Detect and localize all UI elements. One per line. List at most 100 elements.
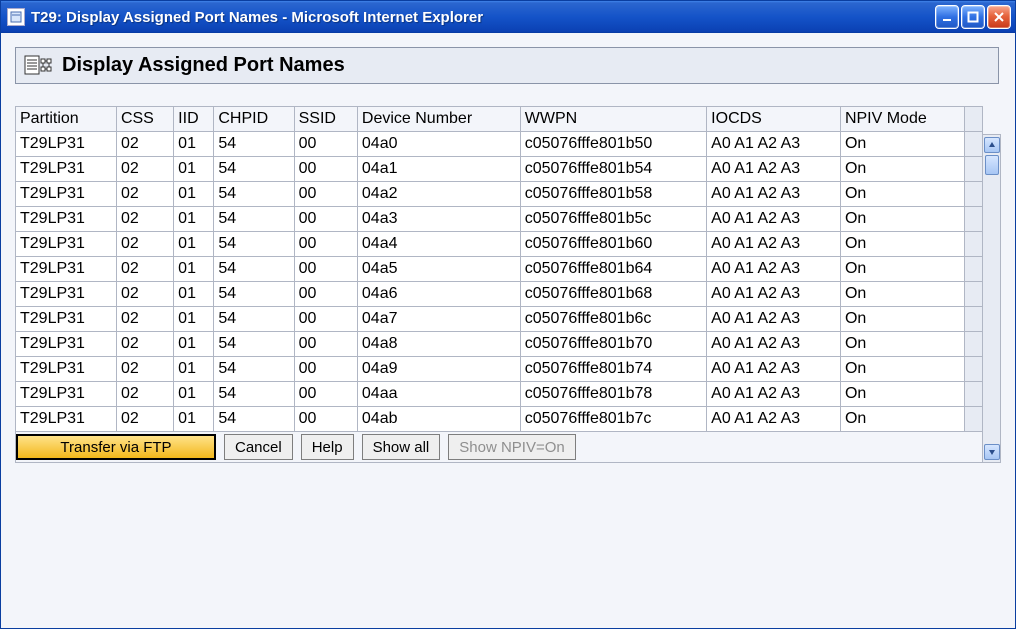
cell-devnum: 04aa xyxy=(357,382,520,407)
cell-devnum: 04a8 xyxy=(357,332,520,357)
cell-css: 02 xyxy=(116,282,173,307)
cell-iocds: A0 A1 A2 A3 xyxy=(707,232,841,257)
table-row[interactable]: T29LP310201540004a7c05076fffe801b6cA0 A1… xyxy=(16,307,983,332)
show-all-button[interactable]: Show all xyxy=(362,434,441,460)
cell-npiv: On xyxy=(840,357,964,382)
cell-npiv: On xyxy=(840,282,964,307)
table-row[interactable]: T29LP310201540004a9c05076fffe801b74A0 A1… xyxy=(16,357,983,382)
cell-wwpn: c05076fffe801b50 xyxy=(520,132,706,157)
cell-devnum: 04a9 xyxy=(357,357,520,382)
cell-css: 02 xyxy=(116,357,173,382)
cell-scroll-spacer xyxy=(965,207,983,232)
col-iocds[interactable]: IOCDS xyxy=(707,107,841,132)
cell-iocds: A0 A1 A2 A3 xyxy=(707,332,841,357)
cell-chpid: 54 xyxy=(214,357,294,382)
cell-partition: T29LP31 xyxy=(16,257,117,282)
cell-wwpn: c05076fffe801b7c xyxy=(520,407,706,432)
scroll-down-arrow-icon[interactable] xyxy=(984,444,1000,460)
table-header-row: Partition CSS IID CHPID SSID Device Numb… xyxy=(16,107,983,132)
cell-css: 02 xyxy=(116,257,173,282)
cell-iid: 01 xyxy=(174,407,214,432)
table-row[interactable]: T29LP310201540004a6c05076fffe801b68A0 A1… xyxy=(16,282,983,307)
scroll-up-arrow-icon[interactable] xyxy=(984,137,1000,153)
cell-ssid: 00 xyxy=(294,407,357,432)
cell-npiv: On xyxy=(840,257,964,282)
col-iid[interactable]: IID xyxy=(174,107,214,132)
transfer-ftp-button[interactable]: Transfer via FTP xyxy=(16,434,216,460)
cell-iocds: A0 A1 A2 A3 xyxy=(707,357,841,382)
cell-ssid: 00 xyxy=(294,157,357,182)
cell-npiv: On xyxy=(840,307,964,332)
table-row[interactable]: T29LP310201540004a3c05076fffe801b5cA0 A1… xyxy=(16,207,983,232)
content-area: Display Assigned Port Names Partition CS… xyxy=(1,33,1015,628)
cell-iocds: A0 A1 A2 A3 xyxy=(707,407,841,432)
titlebar: T29: Display Assigned Port Names - Micro… xyxy=(1,1,1015,33)
cell-css: 02 xyxy=(116,157,173,182)
cell-css: 02 xyxy=(116,182,173,207)
col-css[interactable]: CSS xyxy=(116,107,173,132)
cell-scroll-spacer xyxy=(965,407,983,432)
cell-chpid: 54 xyxy=(214,282,294,307)
cell-iid: 01 xyxy=(174,282,214,307)
cell-scroll-spacer xyxy=(965,282,983,307)
cell-iocds: A0 A1 A2 A3 xyxy=(707,132,841,157)
cell-devnum: 04a7 xyxy=(357,307,520,332)
cell-npiv: On xyxy=(840,132,964,157)
maximize-button[interactable] xyxy=(961,5,985,29)
vertical-scrollbar[interactable] xyxy=(983,134,1001,463)
cell-iid: 01 xyxy=(174,357,214,382)
table-row[interactable]: T29LP310201540004aac05076fffe801b78A0 A1… xyxy=(16,382,983,407)
table-row[interactable]: T29LP310201540004a8c05076fffe801b70A0 A1… xyxy=(16,332,983,357)
cell-css: 02 xyxy=(116,407,173,432)
scroll-thumb[interactable] xyxy=(985,155,999,175)
table-row[interactable]: T29LP310201540004a5c05076fffe801b64A0 A1… xyxy=(16,257,983,282)
cell-chpid: 54 xyxy=(214,382,294,407)
cell-scroll-spacer xyxy=(965,382,983,407)
col-devnum[interactable]: Device Number xyxy=(357,107,520,132)
cell-ssid: 00 xyxy=(294,382,357,407)
col-wwpn[interactable]: WWPN xyxy=(520,107,706,132)
cell-iid: 01 xyxy=(174,382,214,407)
cell-chpid: 54 xyxy=(214,132,294,157)
minimize-button[interactable] xyxy=(935,5,959,29)
cell-wwpn: c05076fffe801b68 xyxy=(520,282,706,307)
col-partition[interactable]: Partition xyxy=(16,107,117,132)
cell-chpid: 54 xyxy=(214,207,294,232)
cell-devnum: 04a6 xyxy=(357,282,520,307)
scroll-track[interactable] xyxy=(984,175,1000,442)
table-row[interactable]: T29LP310201540004a1c05076fffe801b54A0 A1… xyxy=(16,157,983,182)
col-ssid[interactable]: SSID xyxy=(294,107,357,132)
cell-ssid: 00 xyxy=(294,132,357,157)
cell-partition: T29LP31 xyxy=(16,332,117,357)
table-row[interactable]: T29LP310201540004a0c05076fffe801b50A0 A1… xyxy=(16,132,983,157)
cell-devnum: 04a3 xyxy=(357,207,520,232)
cell-wwpn: c05076fffe801b54 xyxy=(520,157,706,182)
cell-scroll-spacer xyxy=(965,182,983,207)
cell-iid: 01 xyxy=(174,232,214,257)
col-npiv[interactable]: NPIV Mode xyxy=(840,107,964,132)
cell-iocds: A0 A1 A2 A3 xyxy=(707,157,841,182)
port-table: Partition CSS IID CHPID SSID Device Numb… xyxy=(15,106,983,432)
cell-scroll-spacer xyxy=(965,257,983,282)
col-chpid[interactable]: CHPID xyxy=(214,107,294,132)
close-button[interactable] xyxy=(987,5,1011,29)
help-button[interactable]: Help xyxy=(301,434,354,460)
cell-npiv: On xyxy=(840,382,964,407)
cell-iid: 01 xyxy=(174,182,214,207)
cell-iid: 01 xyxy=(174,332,214,357)
table-container: Partition CSS IID CHPID SSID Device Numb… xyxy=(15,106,1001,463)
table-row[interactable]: T29LP310201540004abc05076fffe801b7cA0 A1… xyxy=(16,407,983,432)
cell-iid: 01 xyxy=(174,132,214,157)
cell-npiv: On xyxy=(840,407,964,432)
cell-ssid: 00 xyxy=(294,307,357,332)
cell-css: 02 xyxy=(116,232,173,257)
cell-chpid: 54 xyxy=(214,257,294,282)
cell-partition: T29LP31 xyxy=(16,282,117,307)
cancel-button[interactable]: Cancel xyxy=(224,434,293,460)
table-row[interactable]: T29LP310201540004a4c05076fffe801b60A0 A1… xyxy=(16,232,983,257)
cell-chpid: 54 xyxy=(214,157,294,182)
table-row[interactable]: T29LP310201540004a2c05076fffe801b58A0 A1… xyxy=(16,182,983,207)
cell-scroll-spacer xyxy=(965,232,983,257)
cell-iid: 01 xyxy=(174,157,214,182)
cell-devnum: 04a0 xyxy=(357,132,520,157)
